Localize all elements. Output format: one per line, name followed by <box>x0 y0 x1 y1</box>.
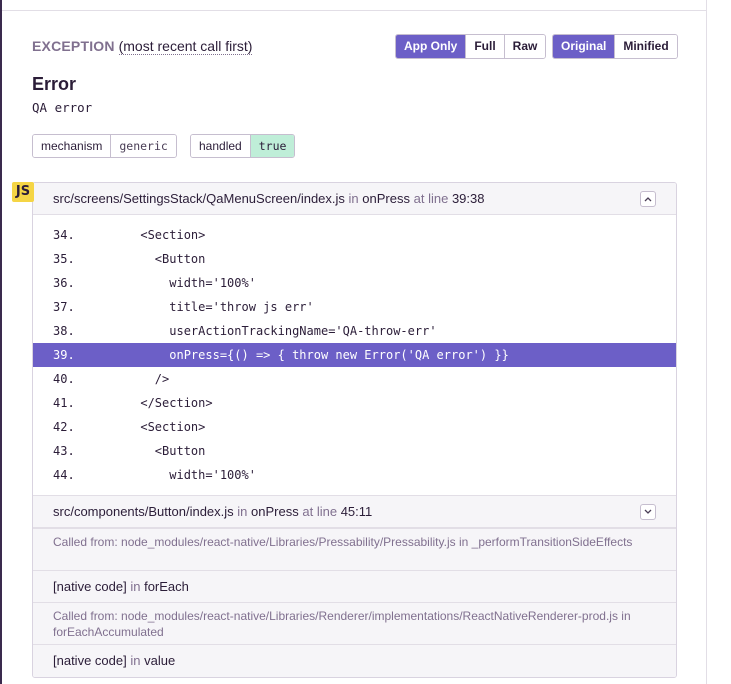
tag-value: generic <box>111 135 176 157</box>
tag-key: mechanism <box>33 135 112 157</box>
stacktrace: src/screens/SettingsStack/QaMenuScreen/i… <box>32 182 677 678</box>
raw-button[interactable]: Raw <box>504 35 546 58</box>
line-source: width='100%' <box>97 276 256 290</box>
exception-title: EXCEPTION (most recent call first) <box>32 38 253 55</box>
at-line-label: at line <box>302 504 338 519</box>
line-number: 37. <box>53 300 75 314</box>
app-only-button[interactable]: App Only <box>396 35 467 58</box>
line-source: <Section> <box>97 420 206 434</box>
frame-filename: src/screens/SettingsStack/QaMenuScreen/i… <box>53 191 345 206</box>
line-number: 40. <box>53 372 75 386</box>
code-line: 38. userActionTrackingName='QA-throw-err… <box>33 319 676 343</box>
line-source: userActionTrackingName='QA-throw-err' <box>97 324 437 338</box>
called-from-function: forEachAccumulated <box>53 625 164 639</box>
line-source: /> <box>97 372 170 386</box>
called-from-row: Called from: node_modules/react-native/L… <box>33 602 676 644</box>
line-source: </Section> <box>97 396 213 410</box>
line-number: 35. <box>53 252 75 266</box>
line-source: title='throw js err' <box>97 300 314 314</box>
exception-header: EXCEPTION (most recent call first) App O… <box>32 34 678 60</box>
error-type: Error <box>32 74 77 94</box>
tag-key: handled <box>191 135 251 157</box>
native-frame-row[interactable]: [native code] in value <box>33 644 676 677</box>
javascript-platform-icon: JS <box>12 182 34 202</box>
collapse-toggle[interactable] <box>640 191 656 207</box>
top-divider <box>2 10 706 11</box>
line-number: 41. <box>53 396 75 410</box>
frame-filename: src/components/Button/index.js <box>53 504 234 519</box>
view-toggle-group: App Only Full Raw <box>395 34 547 59</box>
code-line: 43. <Button <box>33 439 676 463</box>
code-line: 42. <Section> <box>33 415 676 439</box>
exception-sublabel[interactable]: (most recent call first) <box>118 38 253 55</box>
line-source: onPress={() => { throw new Error('QA err… <box>97 348 509 362</box>
in-label: in <box>130 653 141 668</box>
chevron-down-icon <box>644 509 652 514</box>
minified-button[interactable]: Minified <box>615 35 677 58</box>
frame-location: 39:38 <box>451 191 485 206</box>
frame-location: 45:11 <box>340 504 373 519</box>
tag-mechanism[interactable]: mechanism generic <box>32 134 177 158</box>
in-label: in <box>130 579 141 594</box>
called-from-label: Called from: <box>53 609 118 623</box>
original-button[interactable]: Original <box>553 35 616 58</box>
code-line: 44. width='100%' <box>33 463 676 487</box>
in-label: in <box>458 535 469 549</box>
called-from-path: node_modules/react-native/Libraries/Pres… <box>121 535 456 549</box>
line-number: 42. <box>53 420 75 434</box>
tag-value: true <box>250 135 295 157</box>
in-label: in <box>348 191 359 206</box>
code-line-highlighted: 39. onPress={() => { throw new Error('QA… <box>33 343 676 367</box>
line-number: 38. <box>53 324 75 338</box>
expand-toggle[interactable] <box>640 504 656 520</box>
frame-header[interactable]: src/components/Button/index.js in onPres… <box>33 495 676 528</box>
exception-label: EXCEPTION <box>32 38 115 54</box>
error-value: QA error <box>32 100 93 115</box>
format-toggle-group: Original Minified <box>552 34 678 59</box>
called-from-path: node_modules/react-native/Libraries/Rend… <box>121 609 618 623</box>
called-from-label: Called from: <box>53 535 118 549</box>
in-label: in <box>237 504 248 519</box>
tag-handled[interactable]: handled true <box>190 134 296 158</box>
code-line: 36. width='100%' <box>33 271 676 295</box>
right-border <box>706 0 707 684</box>
line-number: 39. <box>53 348 75 362</box>
code-line: 34. <Section> <box>33 223 676 247</box>
line-source: width='100%' <box>97 468 256 482</box>
full-button[interactable]: Full <box>466 35 505 58</box>
native-code-label: [native code] <box>53 579 127 594</box>
called-from-row: Called from: node_modules/react-native/L… <box>33 528 676 570</box>
code-line: 37. title='throw js err' <box>33 295 676 319</box>
code-line: 40. /> <box>33 367 676 391</box>
called-from-function: _performTransitionSideEffects <box>471 535 633 549</box>
line-number: 43. <box>53 444 75 458</box>
left-border <box>0 0 2 684</box>
line-number: 36. <box>53 276 75 290</box>
native-frame-row[interactable]: [native code] in forEach <box>33 570 676 602</box>
chevron-up-icon <box>644 197 652 202</box>
line-source: <Section> <box>97 228 206 242</box>
line-source: <Button <box>97 252 206 266</box>
code-line: 35. <Button <box>33 247 676 271</box>
native-code-label: [native code] <box>53 653 127 668</box>
at-line-label: at line <box>413 191 449 206</box>
line-number: 34. <box>53 228 75 242</box>
line-source: <Button <box>97 444 206 458</box>
frame-function: onPress <box>251 504 299 519</box>
code-context: 34. <Section> 35. <Button 36. width='100… <box>33 215 676 495</box>
in-label: in <box>621 609 631 623</box>
frame-function: onPress <box>362 191 410 206</box>
line-number: 44. <box>53 468 75 482</box>
native-function: value <box>144 653 176 668</box>
code-line: 41. </Section> <box>33 391 676 415</box>
frame-header[interactable]: src/screens/SettingsStack/QaMenuScreen/i… <box>33 183 676 215</box>
native-function: forEach <box>144 579 189 594</box>
